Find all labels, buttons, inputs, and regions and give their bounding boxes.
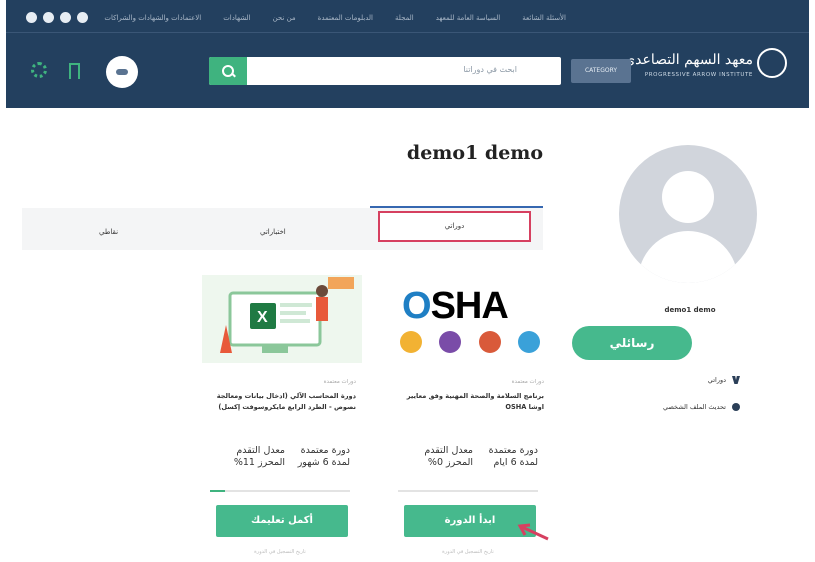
tab-courses[interactable]: دوراتي (378, 211, 531, 242)
social-links (26, 12, 88, 23)
osha-logo-text: SHA (430, 285, 509, 327)
course-duration: دورة معتمدة لمدة 6 ايام (488, 445, 538, 468)
sidebar-item-label: تحديث الملف الشخصي (662, 403, 726, 411)
search-input[interactable]: ابحث في دوراتنا (463, 65, 517, 74)
top-nav-link[interactable]: الشهادات (223, 14, 250, 22)
course-progress-bar (398, 490, 538, 492)
top-nav-link[interactable]: الاعتمادات والشهادات والشراكات (104, 14, 201, 22)
twitter-icon[interactable] (43, 12, 54, 23)
course-card-excel[interactable]: X دورات معتمدة دورة المحاسب الآلي (ادخال… (202, 275, 362, 562)
osha-badges (400, 331, 540, 353)
graduation-cap-icon (732, 403, 740, 411)
annotation-arrow-icon (517, 523, 549, 541)
svg-text:X: X (257, 309, 268, 326)
course-meta: دورة معتمدة لمدة 6 ايام معدل التقدم المح… (398, 445, 538, 485)
badge-icon (400, 331, 422, 353)
continue-learning-button[interactable]: أكمل تعليمك (216, 505, 348, 537)
tab-points[interactable]: نقاطي (99, 228, 118, 236)
excel-illustration: X (220, 277, 354, 353)
logo-english: PROGRESSIVE ARROW INSTITUTE (644, 72, 753, 78)
course-duration: دورة معتمدة لمدة 6 شهور (297, 445, 350, 468)
sidebar-item-edit-profile[interactable]: تحديث الملف الشخصي (590, 403, 740, 411)
sidebar-item-label: دوراتي (707, 376, 726, 384)
avatar-head-shape (662, 171, 714, 223)
top-nav-link[interactable]: من نحن (273, 14, 296, 22)
course-title[interactable]: برنامج السلامة والصحة المهنية وفق معايير… (399, 391, 544, 413)
avatar-body-shape (638, 231, 738, 283)
progress-fill (210, 490, 226, 492)
tab-exams[interactable]: اختباراتي (260, 228, 286, 236)
top-nav-link[interactable]: السياسة العامة للمعهد (436, 14, 501, 22)
active-tab-indicator (370, 206, 543, 208)
page-title: demo1 demo (406, 142, 544, 164)
header-divider (6, 32, 809, 33)
youtube-icon[interactable] (60, 12, 71, 23)
badge-icon (478, 331, 501, 353)
top-nav-link[interactable]: المجلة (395, 14, 414, 22)
award-icon (732, 376, 740, 384)
course-progress-text: معدل التقدم المحرز 11% (233, 445, 285, 468)
search-bar: ابحث في دوراتنا (209, 57, 561, 85)
course-date: تاريخ التسجيل في الدورة (254, 549, 306, 555)
course-thumbnail: OSHA (390, 275, 550, 363)
bookmark-icon[interactable] (69, 63, 80, 79)
course-progress-text: معدل التقدم المحرز 0% (424, 445, 473, 468)
user-menu-button[interactable] (106, 56, 138, 88)
messages-button[interactable]: رسائلي (572, 326, 692, 360)
course-title[interactable]: دورة المحاسب الآلي (ادخال بيانات ومعالجة… (211, 391, 356, 413)
logo-icon (757, 48, 787, 78)
settings-icon[interactable] (31, 62, 47, 78)
badge-icon (517, 331, 540, 353)
category-button[interactable]: CATEGORY (571, 59, 631, 83)
top-nav-link[interactable]: الدبلومات المعتمدة (318, 14, 373, 22)
whatsapp-icon[interactable] (77, 12, 88, 23)
osha-logo: OSHA (402, 285, 509, 327)
tab-courses-label: دوراتي (444, 222, 465, 230)
profile-avatar (619, 145, 757, 283)
search-icon[interactable] (209, 57, 247, 85)
course-card-osha[interactable]: OSHA دورات معتمدة برنامج السلامة والصحة … (390, 275, 550, 562)
facebook-icon[interactable] (26, 12, 37, 23)
sidebar-username: demo1 demo (664, 306, 716, 314)
course-thumbnail: X (202, 275, 362, 363)
course-progress-bar (210, 490, 350, 492)
course-category: دورات معتمدة (511, 379, 544, 385)
top-nav-link[interactable]: الأسئلة الشائعة (522, 14, 566, 22)
badge-icon (439, 331, 462, 353)
sidebar-item-courses[interactable]: دوراتي (590, 376, 740, 384)
top-nav: الأسئلة الشائعة السياسة العامة للمعهد ال… (104, 8, 566, 28)
course-category: دورات معتمدة (323, 379, 356, 385)
site-header: الأسئلة الشائعة السياسة العامة للمعهد ال… (6, 0, 809, 108)
logo-arabic: معهد السهم التصاعدي (624, 52, 753, 68)
course-meta: دورة معتمدة لمدة 6 شهور معدل التقدم المح… (210, 445, 350, 485)
site-logo[interactable]: معهد السهم التصاعدي PROGRESSIVE ARROW IN… (624, 46, 787, 86)
course-date: تاريخ التسجيل في الدورة (442, 549, 494, 555)
